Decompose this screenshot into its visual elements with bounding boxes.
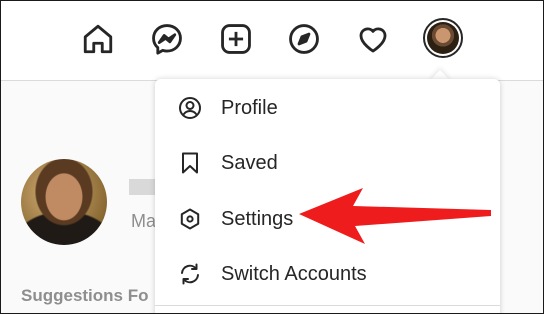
menu-item-label: Saved: [221, 151, 278, 174]
explore-icon[interactable]: [286, 21, 322, 57]
messenger-icon[interactable]: [149, 21, 185, 57]
profile-icon: [177, 95, 203, 121]
new-post-icon[interactable]: [218, 21, 254, 57]
nav-profile-avatar[interactable]: [423, 18, 463, 58]
top-nav-bar: [1, 1, 543, 81]
menu-item-profile[interactable]: Profile: [155, 80, 500, 136]
screenshot-frame: Ma Suggestions Fo Profile Saved Settings…: [0, 0, 544, 314]
menu-item-switch-accounts[interactable]: Switch Accounts: [155, 246, 500, 302]
home-icon[interactable]: [80, 21, 116, 57]
avatar-image: [427, 22, 459, 54]
switch-accounts-icon: [177, 261, 203, 287]
user-profile-photo[interactable]: [21, 159, 107, 245]
menu-divider: [155, 305, 500, 306]
settings-gear-icon: [177, 206, 203, 232]
menu-item-label: Profile: [221, 96, 278, 119]
annotation-arrow-icon: [299, 188, 491, 244]
menu-item-saved[interactable]: Saved: [155, 135, 500, 191]
menu-item-label: Switch Accounts: [221, 262, 367, 285]
suggestions-heading: Suggestions Fo: [21, 286, 149, 305]
menu-item-label: Settings: [221, 207, 294, 230]
activity-heart-icon[interactable]: [355, 21, 391, 57]
user-full-name: Ma: [131, 211, 157, 231]
bookmark-icon: [177, 150, 203, 176]
